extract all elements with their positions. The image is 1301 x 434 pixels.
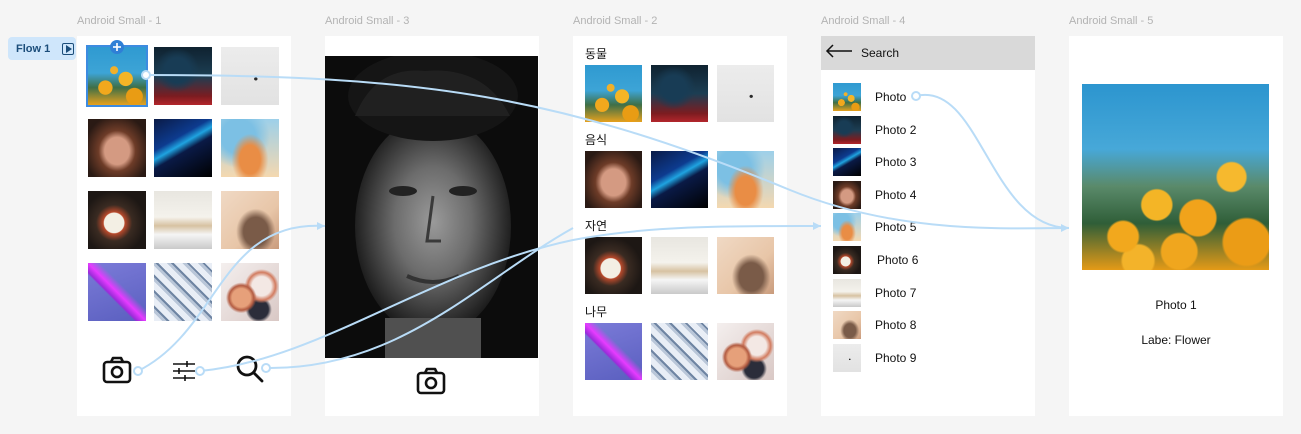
photo-thumbnail[interactable] bbox=[86, 45, 148, 107]
photo-thumbnail[interactable] bbox=[221, 191, 279, 249]
frame-label: Android Small - 4 bbox=[821, 15, 906, 27]
search-result-item[interactable]: Photo bbox=[833, 83, 1023, 111]
camera-icon[interactable] bbox=[415, 365, 447, 402]
search-result-item[interactable]: Photo 4 bbox=[833, 180, 1023, 209]
arrow-head bbox=[317, 222, 325, 230]
android-small-5-frame: Photo 1 Labe: Flower bbox=[1069, 36, 1283, 416]
arrow-head bbox=[813, 222, 821, 230]
category-photo-thumbnail[interactable] bbox=[651, 151, 708, 208]
category-photo-thumbnail[interactable] bbox=[717, 151, 774, 208]
camera-icon[interactable] bbox=[101, 354, 133, 391]
frame-label: Android Small - 3 bbox=[325, 15, 410, 27]
result-label: Photo 7 bbox=[875, 285, 917, 300]
android-small-2-frame: 동물 음식 자연 나무 bbox=[573, 36, 787, 416]
result-label: Photo 8 bbox=[875, 318, 917, 333]
category-photo-thumbnail[interactable] bbox=[717, 237, 774, 294]
section-title-nature: 자연 bbox=[585, 219, 608, 233]
category-photo-thumbnail[interactable] bbox=[585, 237, 642, 294]
photo-thumbnail[interactable] bbox=[154, 191, 212, 249]
search-result-item[interactable]: Photo 2 bbox=[833, 115, 1023, 144]
photo-thumbnail[interactable] bbox=[88, 119, 146, 177]
search-result-item[interactable]: Photo 9 bbox=[833, 343, 1023, 372]
result-thumbnail bbox=[833, 148, 861, 177]
photo-thumbnail[interactable] bbox=[88, 191, 146, 249]
result-thumbnail bbox=[833, 83, 861, 111]
photo-thumbnail[interactable] bbox=[154, 263, 212, 321]
result-thumbnail bbox=[833, 180, 861, 209]
frame-label: Android Small - 2 bbox=[573, 15, 658, 27]
detail-title: Photo 1 bbox=[1155, 298, 1197, 312]
search-icon[interactable] bbox=[235, 354, 265, 389]
search-result-item[interactable]: Photo 6 bbox=[833, 246, 1023, 274]
result-thumbnail bbox=[833, 213, 861, 242]
back-arrow-icon[interactable] bbox=[825, 43, 853, 63]
photo-thumbnail[interactable] bbox=[221, 263, 279, 321]
flow-label: Flow 1 bbox=[16, 42, 51, 55]
flow-start-tag[interactable]: Flow 1 bbox=[8, 37, 76, 60]
detail-photo bbox=[1082, 84, 1269, 270]
search-result-item[interactable]: Photo 3 bbox=[833, 148, 1023, 177]
result-thumbnail bbox=[833, 343, 861, 372]
search-result-item[interactable]: Photo 7 bbox=[833, 278, 1023, 307]
frame-label: Android Small - 5 bbox=[1069, 15, 1154, 27]
android-small-3-frame bbox=[325, 36, 539, 416]
detail-label: Labe: Flower bbox=[1141, 333, 1211, 347]
photo-thumbnail[interactable] bbox=[154, 119, 212, 177]
category-photo-thumbnail[interactable] bbox=[585, 65, 642, 122]
category-photo-thumbnail[interactable] bbox=[651, 323, 708, 380]
portrait-photo bbox=[325, 56, 538, 358]
photo-thumbnail[interactable] bbox=[221, 47, 279, 105]
search-header[interactable]: Search bbox=[821, 36, 1035, 70]
section-title-tree: 나무 bbox=[585, 305, 608, 319]
search-result-item[interactable]: Photo 5 bbox=[833, 213, 1023, 242]
play-icon[interactable] bbox=[62, 42, 75, 55]
result-label: Photo 3 bbox=[875, 155, 917, 170]
category-photo-thumbnail[interactable] bbox=[585, 323, 642, 380]
android-small-4-frame: Search Photo Photo 2 Photo 3 Photo 4 Photo 5… bbox=[821, 36, 1035, 416]
category-photo-thumbnail[interactable] bbox=[585, 151, 642, 208]
frame-label: Android Small - 1 bbox=[77, 15, 162, 27]
result-thumbnail bbox=[833, 311, 861, 340]
result-label: Photo 2 bbox=[875, 122, 917, 137]
result-label: Photo 5 bbox=[875, 220, 917, 235]
result-label: Photo bbox=[875, 90, 907, 104]
result-label: Photo 4 bbox=[875, 187, 917, 202]
category-photo-thumbnail[interactable] bbox=[717, 65, 774, 122]
photo-thumbnail[interactable] bbox=[221, 119, 279, 177]
result-thumbnail bbox=[833, 246, 861, 274]
category-photo-thumbnail[interactable] bbox=[717, 323, 774, 380]
photo-thumbnail[interactable] bbox=[88, 263, 146, 321]
photo-thumbnail[interactable] bbox=[154, 47, 212, 105]
section-title-food: 음식 bbox=[585, 133, 608, 147]
category-photo-thumbnail[interactable] bbox=[651, 65, 708, 122]
arrow-head bbox=[1061, 224, 1069, 232]
result-thumbnail bbox=[833, 115, 861, 144]
category-photo-thumbnail[interactable] bbox=[651, 237, 708, 294]
section-title-animals: 동물 bbox=[585, 47, 608, 61]
result-label: Photo 9 bbox=[875, 350, 917, 365]
android-small-1-frame bbox=[77, 36, 291, 416]
result-label: Photo 6 bbox=[877, 253, 919, 267]
search-title: Search bbox=[861, 46, 900, 60]
filter-icon[interactable] bbox=[171, 358, 197, 389]
search-result-item[interactable]: Photo 8 bbox=[833, 311, 1023, 340]
result-thumbnail bbox=[833, 278, 861, 307]
